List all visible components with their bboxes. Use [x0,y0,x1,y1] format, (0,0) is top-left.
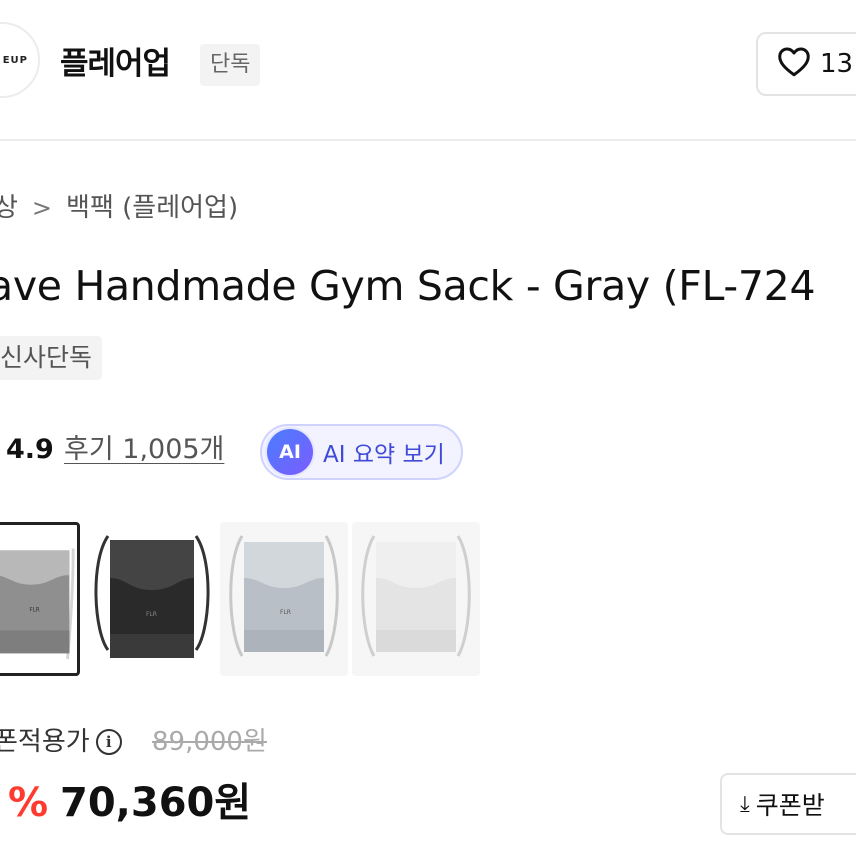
svg-text:FLR: FLR [280,609,291,616]
sale-price: 70,360원 [60,780,252,826]
gym-sack-black-image: FLR [88,522,216,676]
review-count-link[interactable]: 후기 1,005개 [64,430,224,470]
breadcrumb-current[interactable]: 백팩 (플레어업) [66,188,238,228]
exclusive-store-tag: 신사단독 [0,336,103,380]
svg-text:FLR: FLR [29,607,39,613]
thumbnail-light-gray[interactable]: FLR [220,522,348,676]
info-icon[interactable]: i [95,729,122,755]
breadcrumb: 상 > 백팩 (플레어업) [0,188,238,228]
gym-sack-light-gray-image: FLR [220,522,348,676]
gym-sack-white-image [352,522,480,676]
brand-logo-text: EUP [2,54,28,66]
coupon-price-text: 폰적용가 [0,727,90,757]
svg-text:FLR: FLR [146,611,157,618]
coupon-price-label: 폰적용가 i [0,722,122,762]
like-button[interactable]: 13 [756,32,856,96]
ai-summary-button[interactable]: AI AI 요약 보기 [260,424,463,480]
like-count: 13 [820,49,854,79]
breadcrumb-parent[interactable]: 상 [0,188,18,228]
original-price: 89,000원 [152,727,267,757]
header-divider [0,139,856,141]
product-page: EUP 플레어업 단독 13 상 > 백팩 (플레어업) ave Handmad… [0,0,856,856]
rating-value: 4.9 [6,434,54,465]
heart-icon [776,44,812,84]
gym-sack-gray-image: FLR [0,525,77,673]
coupon-button-label: 쿠폰받 [755,791,825,820]
discount-rate: % [8,780,49,826]
thumbnail-gray[interactable]: FLR [0,522,80,676]
exclusive-tag: 단독 [200,44,261,86]
download-icon: ⤓ [740,791,750,817]
thumbnail-black[interactable]: FLR [88,522,216,676]
ai-summary-label: AI 요약 보기 [323,442,445,468]
thumbnail-white[interactable] [352,522,480,676]
coupon-download-button[interactable]: ⤓ 쿠폰받 [720,773,856,835]
brand-logo[interactable]: EUP [0,22,40,98]
ai-badge-icon: AI [267,429,313,475]
product-title: ave Handmade Gym Sack - Gray (FL-724 [0,262,816,310]
chevron-right-icon: > [31,194,53,222]
brand-name[interactable]: 플레어업 [60,44,171,84]
